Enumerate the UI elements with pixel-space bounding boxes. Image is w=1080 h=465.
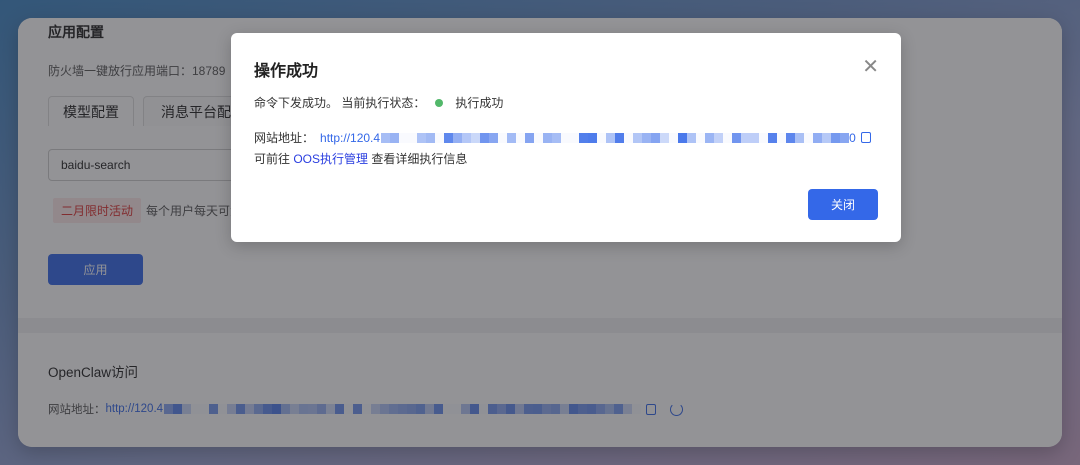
mosaic-block bbox=[561, 133, 570, 143]
mosaic-block bbox=[651, 133, 660, 143]
mosaic-block bbox=[759, 133, 768, 143]
mosaic-block bbox=[453, 133, 462, 143]
mosaic-block bbox=[399, 133, 408, 143]
mosaic-block bbox=[498, 133, 507, 143]
mosaic-block bbox=[750, 133, 759, 143]
mosaic-block bbox=[390, 133, 399, 143]
mosaic-block bbox=[480, 133, 489, 143]
status-dot-icon bbox=[435, 99, 443, 107]
dialog-url-row: 网站地址： http://120.4 0 bbox=[254, 129, 871, 146]
site-url-link[interactable]: http://120.4 bbox=[320, 131, 380, 145]
close-icon[interactable]: ✕ bbox=[862, 57, 879, 77]
mosaic-block bbox=[489, 133, 498, 143]
copy-icon[interactable] bbox=[861, 132, 871, 143]
mosaic-block bbox=[417, 133, 426, 143]
close-button[interactable]: 关闭 bbox=[808, 189, 878, 220]
status-value: 执行成功 bbox=[455, 94, 503, 111]
mosaic-block bbox=[408, 133, 417, 143]
mosaic-block bbox=[534, 133, 543, 143]
mosaic-block bbox=[543, 133, 552, 143]
mosaic-block bbox=[435, 133, 444, 143]
mosaic-block bbox=[660, 133, 669, 143]
mosaic-block bbox=[552, 133, 561, 143]
mosaic-block bbox=[705, 133, 714, 143]
success-dialog: 操作成功 ✕ 命令下发成功。 当前执行状态： 执行成功 网站地址： http:/… bbox=[231, 33, 901, 242]
mosaic-block bbox=[588, 133, 597, 143]
mosaic-block bbox=[579, 133, 588, 143]
site-url-tail: 0 bbox=[849, 131, 856, 145]
redacted-url-mosaic bbox=[381, 133, 849, 143]
mosaic-block bbox=[732, 133, 741, 143]
mosaic-block bbox=[822, 133, 831, 143]
oos-suffix: 查看详细执行信息 bbox=[368, 152, 467, 166]
mosaic-block bbox=[804, 133, 813, 143]
mosaic-block bbox=[831, 133, 840, 143]
mosaic-block bbox=[714, 133, 723, 143]
mosaic-block bbox=[570, 133, 579, 143]
mosaic-block bbox=[786, 133, 795, 143]
mosaic-block bbox=[642, 133, 651, 143]
mosaic-block bbox=[840, 133, 849, 143]
mosaic-block bbox=[516, 133, 525, 143]
mosaic-block bbox=[669, 133, 678, 143]
mosaic-block bbox=[633, 133, 642, 143]
status-row: 命令下发成功。 当前执行状态： 执行成功 bbox=[254, 94, 503, 111]
oos-link[interactable]: OOS执行管理 bbox=[293, 152, 368, 166]
mosaic-block bbox=[777, 133, 786, 143]
mosaic-block bbox=[462, 133, 471, 143]
mosaic-block bbox=[795, 133, 804, 143]
oos-row: 可前往 OOS执行管理 查看详细执行信息 bbox=[254, 150, 467, 167]
mosaic-block bbox=[426, 133, 435, 143]
oos-prefix: 可前往 bbox=[254, 152, 293, 166]
mosaic-block bbox=[813, 133, 822, 143]
mosaic-block bbox=[615, 133, 624, 143]
site-label: 网站地址： bbox=[254, 129, 314, 146]
mosaic-block bbox=[624, 133, 633, 143]
mosaic-block bbox=[525, 133, 534, 143]
mosaic-block bbox=[741, 133, 750, 143]
mosaic-block bbox=[471, 133, 480, 143]
mosaic-block bbox=[597, 133, 606, 143]
mosaic-block bbox=[444, 133, 453, 143]
mosaic-block bbox=[507, 133, 516, 143]
mosaic-block bbox=[381, 133, 390, 143]
mosaic-block bbox=[696, 133, 705, 143]
mosaic-block bbox=[687, 133, 696, 143]
mosaic-block bbox=[678, 133, 687, 143]
mosaic-block bbox=[723, 133, 732, 143]
dialog-title: 操作成功 bbox=[254, 57, 318, 81]
status-prefix: 命令下发成功。 当前执行状态： bbox=[254, 94, 425, 111]
mosaic-block bbox=[606, 133, 615, 143]
mosaic-block bbox=[768, 133, 777, 143]
